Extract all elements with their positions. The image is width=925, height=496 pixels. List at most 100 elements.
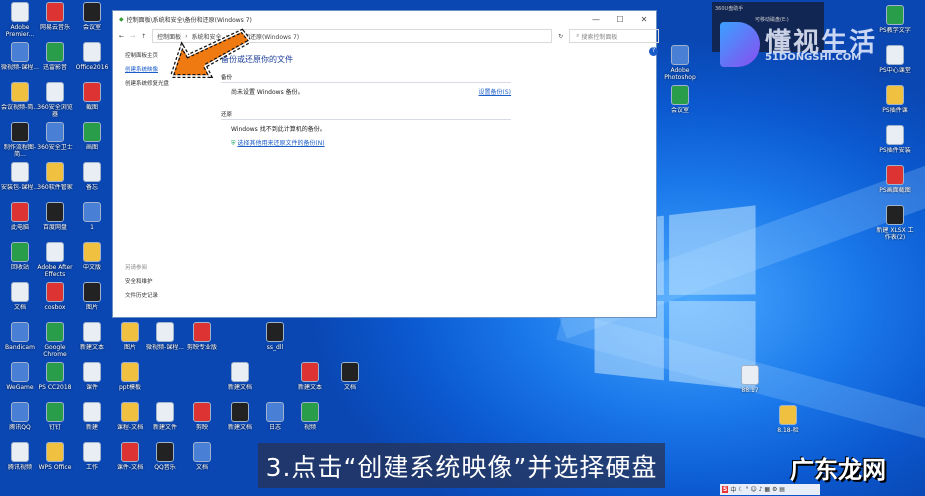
desktop-icon[interactable]: Adobe Photoshop: [660, 45, 700, 81]
select-other-backup-link[interactable]: 选择其他用来还原文件的备份(N): [237, 140, 324, 147]
desktop-icon[interactable]: ppt模板: [110, 362, 150, 391]
desktop-icon-label: 安装包-课程...: [1, 184, 39, 191]
desktop-icon[interactable]: 新建文本: [290, 362, 330, 391]
file-icon: [156, 322, 174, 342]
desktop-icon[interactable]: 钉钉: [35, 402, 75, 431]
file-icon: [83, 282, 101, 302]
help-icon[interactable]: ?: [649, 47, 658, 56]
file-icon: [83, 2, 101, 22]
desktop-icon-label: 文档: [195, 464, 208, 471]
desktop-icon[interactable]: 微视频-课程...: [145, 322, 185, 351]
desktop-icon[interactable]: 腾讯视频: [0, 442, 40, 471]
file-icon: [266, 402, 284, 422]
desktop-icon[interactable]: 腾讯QQ: [0, 402, 40, 431]
desktop-icon-label: 360安全浏览器: [37, 104, 73, 118]
file-icon: [83, 242, 101, 262]
desktop-icon[interactable]: PS插件课: [875, 85, 915, 114]
window-title: 控制面板\系统和安全\备份和还原(Windows 7): [126, 16, 252, 24]
desktop-icon[interactable]: PS教学文字: [875, 5, 915, 34]
search-input[interactable]: ⌕ 搜索控制面板: [569, 29, 660, 43]
desktop-icon[interactable]: 百度网盘: [35, 202, 75, 231]
see-also-heading: 另请参阅: [125, 265, 148, 271]
desktop-icon-label: 新建文档: [227, 424, 252, 431]
desktop-icon[interactable]: 微视频-课程...: [0, 42, 40, 71]
backup-status: 尚未设置 Windows 备份。: [231, 89, 304, 96]
desktop-icon[interactable]: 360安全卫士: [35, 122, 75, 151]
desktop-icon[interactable]: 中文版: [72, 242, 112, 271]
refresh-icon[interactable]: ↻: [558, 33, 563, 40]
up-icon[interactable]: ↑: [141, 33, 146, 40]
desktop-icon[interactable]: 文档: [330, 362, 370, 391]
desktop-icon[interactable]: 360安全浏览器: [35, 82, 75, 118]
file-icon: [193, 322, 211, 342]
file-icon: [11, 242, 29, 262]
desktop-icon[interactable]: Adobe Premier...: [0, 2, 40, 38]
setup-backup-link[interactable]: 设置备份(S): [479, 87, 512, 96]
desktop-icon[interactable]: 课件: [72, 362, 112, 391]
desktop-icon[interactable]: 视频: [290, 402, 330, 431]
desktop-icon[interactable]: PS画面截图: [875, 165, 915, 194]
desktop-icon[interactable]: 此电脑: [0, 202, 40, 231]
desktop-icon[interactable]: 新建: [72, 402, 112, 431]
desktop-icon[interactable]: PS插件安装: [875, 125, 915, 154]
desktop-icon[interactable]: 课程-文档: [110, 402, 150, 431]
desktop-icon[interactable]: 日志: [255, 402, 295, 431]
desktop-icon-label: QQ音乐: [154, 464, 176, 471]
file-icon: [46, 122, 64, 142]
desktop-icon[interactable]: 回收站: [0, 242, 40, 271]
desktop-icon[interactable]: 文档: [182, 442, 222, 471]
desktop-icon-label: 360安全卫士: [37, 144, 73, 151]
desktop-icon[interactable]: 工作: [72, 442, 112, 471]
minimize-button[interactable]: —: [584, 15, 608, 24]
desktop-icon-label: 课程-文档: [116, 424, 144, 431]
orange-arrow-annotation: [170, 28, 250, 78]
desktop-icon[interactable]: 会议室: [72, 2, 112, 31]
desktop-icon-label: 迅雷影音: [42, 64, 67, 71]
desktop-icon[interactable]: 会议室: [660, 85, 700, 114]
desktop-icon[interactable]: 剪映专业版: [182, 322, 222, 351]
desktop-icon-label: 钉钉: [48, 424, 61, 431]
desktop-icon[interactable]: WeGame: [0, 362, 40, 391]
desktop-icon[interactable]: 图片: [72, 282, 112, 311]
file-history-link[interactable]: 文件历史记录: [125, 291, 213, 299]
desktop-icon[interactable]: 网易云音乐: [35, 2, 75, 31]
desktop-icon[interactable]: cosbox: [35, 282, 75, 311]
desktop-icon[interactable]: 新建文档: [220, 402, 260, 431]
desktop-icon[interactable]: 文档: [0, 282, 40, 311]
desktop-icon[interactable]: PS CC2018: [35, 362, 75, 391]
security-maintenance-link[interactable]: 安全和维护: [125, 277, 213, 285]
desktop-icon[interactable]: 画图: [72, 122, 112, 151]
desktop-icon[interactable]: 迅雷影音: [35, 42, 75, 71]
desktop-icon[interactable]: QQ音乐: [145, 442, 185, 471]
close-button[interactable]: ✕: [632, 15, 656, 24]
desktop-icon[interactable]: 安装包-课程...: [0, 162, 40, 191]
back-icon[interactable]: ←: [119, 33, 124, 40]
ime-toolbar[interactable]: S 中 ☾ ° ☺ ♪ ▦ ⚙ ▤: [720, 484, 820, 495]
desktop-icon[interactable]: 剪映: [182, 402, 222, 431]
desktop-icon[interactable]: WPS Office: [35, 442, 75, 471]
maximize-button[interactable]: ☐: [608, 15, 632, 24]
desktop-icon[interactable]: 备忘: [72, 162, 112, 191]
desktop-icon[interactable]: Google Chrome: [35, 322, 75, 358]
desktop-icon[interactable]: 课件-文档: [110, 442, 150, 471]
desktop-icon[interactable]: Adobe After Effects: [35, 242, 75, 278]
desktop-icon[interactable]: 新建文档: [220, 362, 260, 391]
desktop-icon[interactable]: PS中心课堂: [875, 45, 915, 74]
desktop-icon[interactable]: 新建文本: [72, 322, 112, 351]
desktop-icon[interactable]: Bandicam: [0, 322, 40, 351]
desktop-icon[interactable]: 360软件管家: [35, 162, 75, 191]
desktop-icon[interactable]: 制作流程图-简...: [0, 122, 40, 158]
desktop-icon[interactable]: 截图: [72, 82, 112, 111]
desktop-icon[interactable]: 8.18-检: [768, 405, 808, 434]
desktop-icon[interactable]: Office2016: [72, 42, 112, 71]
desktop-icon[interactable]: 新建文件: [145, 402, 185, 431]
desktop-icon[interactable]: 新建 XLSX 工作表(2): [875, 205, 915, 241]
file-icon: [301, 402, 319, 422]
desktop-icon[interactable]: 图片: [110, 322, 150, 351]
desktop-icon[interactable]: 88.17: [730, 365, 770, 394]
desktop-icon[interactable]: ss_dll: [255, 322, 295, 351]
ime-mode[interactable]: 中: [730, 485, 736, 494]
forward-icon[interactable]: →: [130, 33, 135, 40]
desktop-icon[interactable]: 1: [72, 202, 112, 231]
desktop-icon[interactable]: 会议视频-简...: [0, 82, 40, 111]
